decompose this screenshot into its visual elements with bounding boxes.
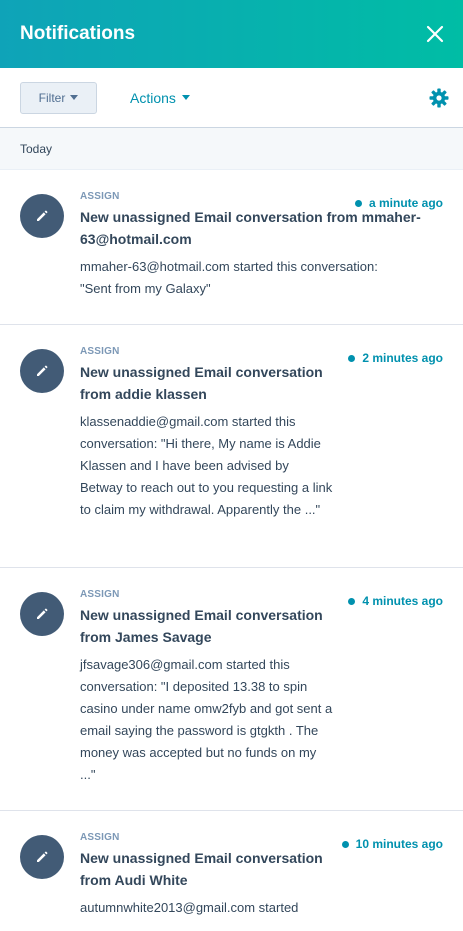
section-today: Today xyxy=(0,128,463,170)
avatar xyxy=(20,349,64,393)
actions-dropdown[interactable]: Actions xyxy=(130,90,190,106)
section-label: Today xyxy=(20,141,53,156)
notification-item[interactable]: 10 minutes ago ASSIGN New unassigned Ema… xyxy=(0,811,463,931)
notification-category: ASSIGN xyxy=(80,589,120,600)
notification-content: ASSIGN New unassigned Email conversation… xyxy=(80,589,335,786)
gear-icon[interactable] xyxy=(429,88,449,108)
notifications-header: Notifications xyxy=(0,0,463,68)
notification-item[interactable]: a minute ago ASSIGN New unassigned Email… xyxy=(0,170,463,325)
filter-label: Filter xyxy=(38,90,66,105)
notification-body: autumnwhite2013@gmail.com started xyxy=(80,900,299,915)
avatar xyxy=(20,194,64,238)
notification-body: jfsavage306@gmail.com started this conve… xyxy=(80,657,333,782)
notification-title: New unassigned Email conversation from J… xyxy=(80,607,323,645)
notification-content: ASSIGN New unassigned Email conversation… xyxy=(80,832,333,919)
notification-content: ASSIGN New unassigned Email conversation… xyxy=(80,346,333,521)
notification-title: New unassigned Email conversation from a… xyxy=(80,364,323,402)
timestamp: 2 minutes ago xyxy=(348,351,443,365)
close-icon[interactable] xyxy=(425,24,445,44)
notification-title: New unassigned Email conversation from A… xyxy=(80,850,323,888)
pencil-icon xyxy=(37,210,48,221)
unread-dot-icon xyxy=(348,354,356,362)
chevron-down-icon xyxy=(181,95,190,100)
panel-title: Notifications xyxy=(20,23,136,44)
filter-button[interactable]: Filter xyxy=(20,81,97,114)
notification-category: ASSIGN xyxy=(80,346,120,357)
toolbar: Filter Actions xyxy=(0,68,463,128)
timestamp: 10 minutes ago xyxy=(341,837,443,851)
unread-dot-icon xyxy=(348,597,356,605)
notification-category: ASSIGN xyxy=(80,832,120,843)
notification-body: klassenaddie@gmail.com started this conv… xyxy=(80,414,333,517)
actions-label: Actions xyxy=(130,89,176,106)
notification-title: New unassigned Email conversation from m… xyxy=(80,209,421,247)
notification-item[interactable]: 2 minutes ago ASSIGN New unassigned Emai… xyxy=(0,325,463,568)
timestamp: 4 minutes ago xyxy=(348,594,443,608)
notification-item[interactable]: 4 minutes ago ASSIGN New unassigned Emai… xyxy=(0,568,463,811)
avatar xyxy=(20,835,64,879)
chevron-down-icon xyxy=(70,95,79,100)
pencil-icon xyxy=(37,851,48,862)
pencil-icon xyxy=(37,365,48,376)
pencil-icon xyxy=(37,608,48,619)
notification-content: ASSIGN New unassigned Email conversation… xyxy=(80,191,451,300)
notification-category: ASSIGN xyxy=(80,191,120,202)
avatar xyxy=(20,592,64,636)
notification-body: mmaher-63@hotmail.com started this conve… xyxy=(80,259,378,296)
